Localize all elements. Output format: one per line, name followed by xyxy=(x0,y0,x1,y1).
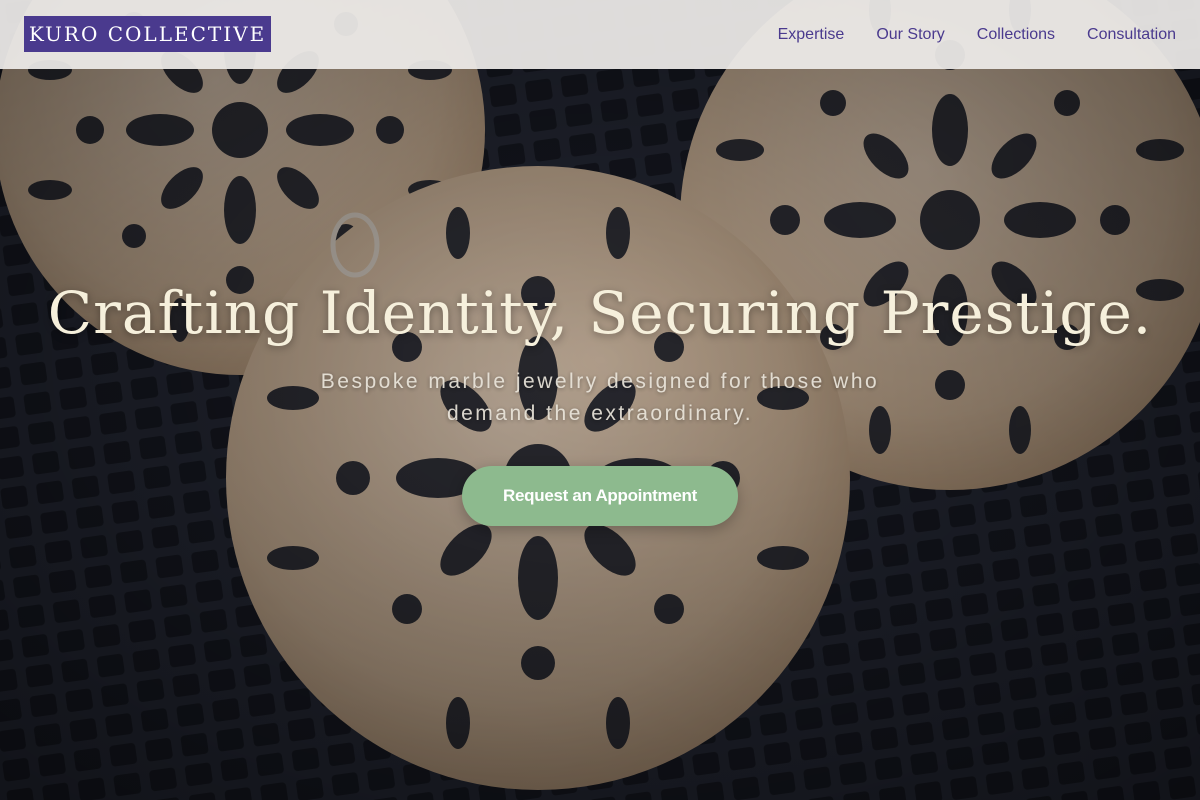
site-header: KURO COLLECTIVE Expertise Our Story Coll… xyxy=(0,0,1200,69)
hero-subtitle: Bespoke marble jewelry designed for thos… xyxy=(320,370,880,425)
nav-link-our-story[interactable]: Our Story xyxy=(876,26,944,44)
hero-section: Crafting Identity, Securing Prestige. Be… xyxy=(0,270,1200,430)
main-nav: Expertise Our Story Collections Consulta… xyxy=(778,0,1176,69)
request-appointment-button[interactable]: Request an Appointment xyxy=(462,466,738,526)
nav-link-expertise[interactable]: Expertise xyxy=(778,26,845,44)
landing-page: KURO COLLECTIVE Expertise Our Story Coll… xyxy=(0,0,1200,800)
nav-link-consultation[interactable]: Consultation xyxy=(1087,26,1176,44)
nav-link-collections[interactable]: Collections xyxy=(977,26,1055,44)
brand-logo[interactable]: KURO COLLECTIVE xyxy=(24,16,271,52)
hero-title: Crafting Identity, Securing Prestige. xyxy=(47,279,1153,347)
